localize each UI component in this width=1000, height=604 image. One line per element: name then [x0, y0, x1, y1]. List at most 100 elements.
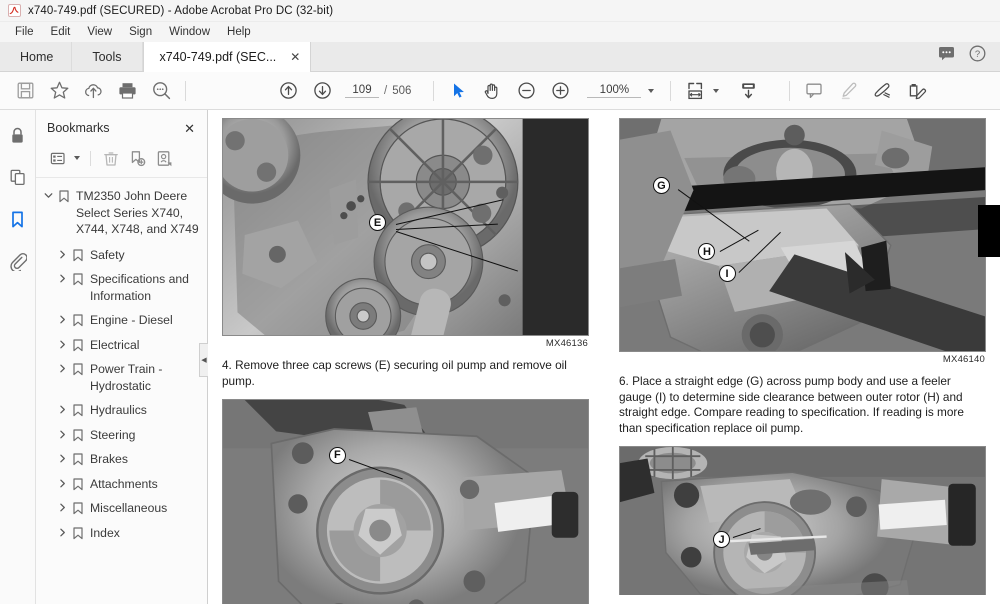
close-icon[interactable]: ✕ — [290, 51, 300, 63]
bookmark-icon — [69, 271, 86, 286]
toolbar-divider-3 — [670, 80, 672, 101]
bookmark-label: Safety — [90, 247, 125, 262]
help-circle-icon[interactable]: ? — [969, 45, 986, 67]
panel-collapse-handle[interactable]: ◀ — [199, 343, 208, 377]
bookmark-item-hydraulics[interactable]: Hydraulics — [42, 402, 203, 419]
save-icon[interactable] — [8, 76, 42, 106]
bookmark-item-root[interactable]: TM2350 John Deere Select Series X740, X7… — [42, 188, 203, 238]
bookmark-item-power-train-hydrostatic[interactable]: Power Train - Hydrostatic — [42, 361, 203, 394]
chevron-right-icon[interactable] — [56, 402, 69, 414]
page-edge-marker — [978, 205, 1000, 257]
bookmark-item-specifications-and-information[interactable]: Specifications and Information — [42, 271, 203, 304]
bookmark-item-safety[interactable]: Safety — [42, 247, 203, 264]
page-total-label: 506 — [392, 84, 412, 97]
delete-bookmark-icon[interactable] — [98, 147, 123, 169]
menu-sign[interactable]: Sign — [121, 25, 161, 40]
toolbar-divider-1 — [185, 80, 186, 101]
chevron-right-icon[interactable] — [56, 476, 69, 488]
arrow-up-circle-icon[interactable] — [271, 76, 305, 106]
bookmarks-title: Bookmarks — [47, 121, 110, 135]
toolbar-layout-group — [678, 76, 765, 106]
zoom-level-input[interactable] — [587, 83, 642, 98]
bookmark-item-miscellaneous[interactable]: Miscellaneous — [42, 500, 203, 517]
chevron-right-icon[interactable] — [56, 312, 69, 324]
menu-bar: File Edit View Sign Window Help — [0, 22, 1000, 42]
bookmark-item-electrical[interactable]: Electrical — [42, 337, 203, 354]
menu-window[interactable]: Window — [161, 25, 219, 40]
bookmark-item-brakes[interactable]: Brakes — [42, 451, 203, 468]
bookmarks-header: Bookmarks ✕ — [36, 110, 207, 144]
menu-help[interactable]: Help — [219, 25, 260, 40]
comment-icon[interactable] — [797, 76, 831, 106]
bookmark-icon — [69, 337, 86, 352]
bookmark-icon — [55, 188, 72, 203]
comment-bubble-icon[interactable] — [938, 46, 955, 66]
bookmark-item-attachments[interactable]: Attachments — [42, 476, 203, 493]
bookmarks-icon[interactable] — [4, 206, 32, 232]
zoom-out-circle-icon[interactable] — [509, 76, 543, 106]
fit-page-icon[interactable] — [678, 76, 712, 106]
sign-icon[interactable] — [899, 76, 933, 106]
chevron-right-icon[interactable] — [56, 247, 69, 259]
chevron-right-icon[interactable] — [56, 451, 69, 463]
chevron-down-icon[interactable] — [648, 88, 655, 93]
find-bookmark-icon[interactable] — [152, 147, 177, 169]
figure-image-engine-timing-gears: E — [222, 118, 589, 336]
highlight-pen-icon[interactable] — [831, 76, 865, 106]
page-separator: / — [384, 84, 388, 97]
page-navigation: / 506 — [345, 83, 412, 98]
callout-g: G — [652, 177, 670, 194]
bookmark-label: Index — [90, 525, 120, 540]
page-column-right: G H I MX46140 6. Place a straight edge (… — [619, 118, 986, 604]
chevron-down-icon[interactable] — [74, 156, 80, 160]
bookmark-label: Attachments — [90, 476, 158, 491]
acrobat-logo-icon — [8, 4, 21, 17]
document-view[interactable]: E MX46136 4. Remove three cap screws (E)… — [208, 110, 1000, 604]
upload-cloud-icon[interactable] — [76, 76, 110, 106]
tab-tools[interactable]: Tools — [72, 42, 143, 71]
chevron-right-icon[interactable] — [56, 361, 69, 373]
menu-view[interactable]: View — [79, 25, 121, 40]
figure-mx46140: G H I MX46140 — [619, 118, 986, 365]
arrow-down-circle-icon[interactable] — [305, 76, 339, 106]
new-bookmark-icon[interactable] — [125, 147, 150, 169]
cursor-arrow-icon[interactable] — [441, 76, 475, 106]
tab-home[interactable]: Home — [0, 42, 73, 71]
star-icon[interactable] — [42, 76, 76, 106]
bookmark-icon — [69, 451, 86, 466]
fit-page-chevron-icon[interactable] — [713, 88, 720, 93]
chevron-right-icon[interactable] — [56, 500, 69, 512]
print-icon[interactable] — [110, 76, 144, 106]
bookmark-item-index[interactable]: Index — [42, 525, 203, 542]
draw-icon[interactable] — [865, 76, 899, 106]
zoom-in-circle-icon[interactable] — [543, 76, 577, 106]
tab-document[interactable]: x740-749.pdf (SEC... ✕ — [142, 42, 312, 72]
chevron-right-icon[interactable] — [56, 271, 69, 283]
attachments-paperclip-icon[interactable] — [4, 248, 32, 274]
bookmark-icon — [69, 525, 86, 540]
photo-oil-pump-rotor — [223, 400, 588, 604]
page-thumbnails-icon[interactable] — [4, 164, 32, 190]
chevron-down-icon[interactable] — [42, 188, 55, 200]
chevron-right-icon[interactable] — [56, 525, 69, 537]
toolbar-divider-2 — [433, 80, 435, 101]
title-bar: x740-749.pdf (SECURED) - Adobe Acrobat P… — [0, 0, 1000, 22]
chevron-right-icon[interactable] — [56, 337, 69, 349]
security-lock-icon[interactable] — [4, 122, 32, 148]
menu-edit[interactable]: Edit — [43, 25, 80, 40]
search-icon[interactable] — [144, 76, 178, 106]
figure-image-straight-edge-check: G H I — [619, 118, 986, 352]
hand-icon[interactable] — [475, 76, 509, 106]
bookmark-item-engine-diesel[interactable]: Engine - Diesel — [42, 312, 203, 329]
close-icon[interactable]: ✕ — [184, 122, 195, 135]
bookmark-options-icon[interactable] — [46, 147, 71, 169]
chevron-right-icon[interactable] — [56, 427, 69, 439]
toolbar-file-group — [8, 76, 178, 106]
page-number-input[interactable] — [345, 83, 379, 98]
callout-e: E — [369, 214, 386, 232]
figure-mx46136: E MX46136 — [222, 118, 589, 349]
bookmark-label: TM2350 John Deere Select Series X740, X7… — [76, 189, 199, 236]
bookmark-item-steering[interactable]: Steering — [42, 427, 203, 444]
page-scroll-icon[interactable] — [731, 76, 765, 106]
menu-file[interactable]: File — [7, 25, 43, 40]
